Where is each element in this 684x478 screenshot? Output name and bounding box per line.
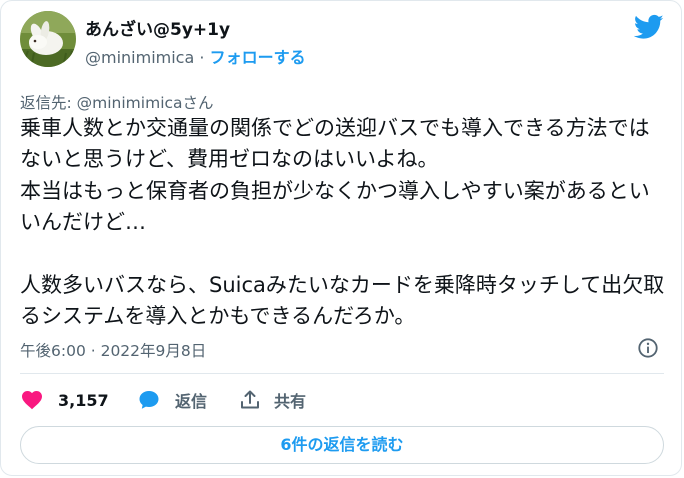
separator-dot: · [199,48,205,67]
follow-button[interactable]: フォローする [210,48,306,67]
share-label: 共有 [274,392,307,411]
reply-to-label: 返信先: @minimimicaさん [20,94,214,112]
tweet-timestamp[interactable]: 午後6:00 · 2022年9月8日 [20,339,206,361]
info-icon[interactable] [637,337,659,359]
handle-row: @minimimica · フォローする [85,44,306,68]
reply-label: 返信 [175,392,208,411]
reply-button[interactable]: 返信 [137,387,207,413]
tweet-card: あんざい@5y+1y @minimimica · フォローする 返信先: @mi… [0,0,682,476]
read-replies-button[interactable]: 6件の返信を読む [20,426,664,464]
share-button[interactable]: 共有 [238,387,306,413]
share-icon [241,390,259,409]
like-count: 3,157 [58,390,109,410]
divider [20,373,664,374]
like-button[interactable]: 3,157 [20,387,109,413]
user-handle[interactable]: @minimimica [85,48,194,67]
speech-bubble-icon [139,391,159,409]
avatar[interactable] [20,11,76,67]
heart-icon [22,391,42,410]
display-name[interactable]: あんざい@5y+1y [85,15,230,40]
tweet-text: 乗車人数とか交通量の関係でどの送迎バスでも導入できる方法ではないと思うけど、費用… [20,116,665,329]
twitter-bird-icon[interactable] [634,12,664,42]
